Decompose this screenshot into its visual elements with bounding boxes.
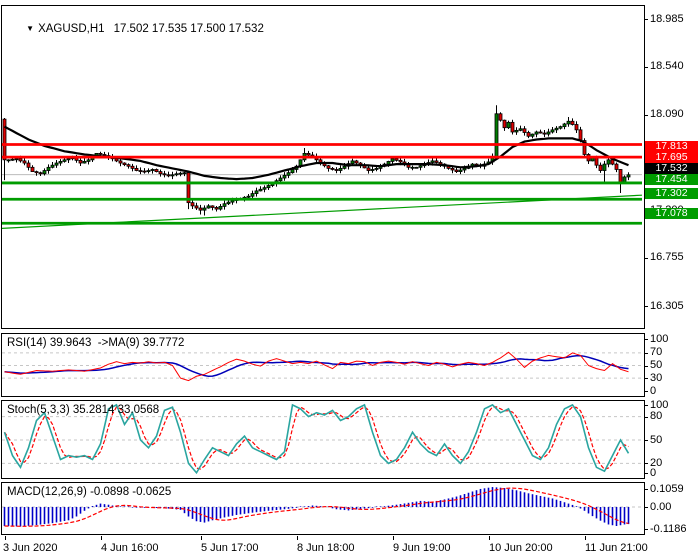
stochastic-panel: Stoch(5,3,3) 35.2814 33.0568 [1, 400, 645, 479]
price-level-badge: 17.078 [645, 207, 698, 219]
symbol-dropdown-icon[interactable]: ▼ [26, 24, 34, 33]
rsi-tick-label: 100 [650, 332, 669, 345]
price-level-badge: 17.454 [645, 173, 698, 185]
rsi-title: RSI(14) 39.9643 ->MA(9) 39.7772 [7, 337, 185, 349]
price-tick-label: 18.985 [650, 12, 684, 25]
time-axis-label: 3 Jun 2020 [3, 542, 58, 554]
price-tick-label: 16.755 [650, 251, 684, 264]
macd-panel: MACD(12,26,9) -0.0898 -0.0625 [1, 482, 645, 535]
stoch-tick-label: 80 [650, 410, 663, 423]
time-axis-tick [489, 536, 490, 540]
rsi-tick-label: 0 [650, 384, 657, 397]
stoch-tick-label: 0 [650, 466, 657, 479]
macd-title: MACD(12,26,9) -0.0898 -0.0625 [7, 486, 172, 498]
stoch-tick-label: 100 [650, 398, 669, 411]
price-level-badge: 17.695 [645, 151, 698, 163]
terminal-window: ▼ XAGUSD,H1 17.502 17.535 17.500 17.532 RS… [0, 0, 700, 560]
time-axis-label: 5 Jun 17:00 [201, 542, 259, 554]
rsi-tick-label: 70 [650, 346, 663, 359]
main-chart-canvas[interactable] [2, 6, 642, 326]
macd-tick-label: 0.00 [650, 500, 672, 513]
time-axis-label: 9 Jun 19:00 [393, 542, 451, 554]
rsi-panel: RSI(14) 39.9643 ->MA(9) 39.7772 [1, 333, 645, 397]
chart-title: ▼ XAGUSD,H1 17.502 17.535 17.500 17.532 [7, 11, 264, 47]
time-axis-tick [393, 536, 394, 540]
macd-tick-label: 0.1059 [650, 482, 684, 495]
stoch-tick-label: 20 [650, 456, 663, 469]
time-axis-tick [297, 536, 298, 540]
price-tick-label: 17.645 [650, 156, 684, 168]
price-level-badge: 17.302 [645, 187, 698, 199]
time-axis-tick [201, 536, 202, 540]
time-axis-label: 11 Jun 21:00 [585, 542, 648, 554]
price-tick-label: 16.305 [650, 299, 684, 312]
price-level-badge: 17.813 [645, 140, 698, 152]
price-tick-label: 18.090 [650, 108, 684, 121]
main-chart-panel: ▼ XAGUSD,H1 17.502 17.535 17.500 17.532 [1, 5, 645, 329]
time-axis-tick [585, 536, 586, 540]
price-tick-label: 18.540 [650, 60, 684, 73]
time-axis-label: 8 Jun 18:00 [297, 542, 355, 554]
time-axis-tick [101, 536, 102, 540]
macd-tick-label: -0.1186 [650, 522, 687, 535]
stochastic-title: Stoch(5,3,3) 35.2814 33.0568 [7, 404, 160, 416]
time-axis-label: 4 Jun 16:00 [101, 542, 159, 554]
stoch-tick-label: 50 [650, 433, 663, 446]
chart-ohlc-values: 17.502 17.535 17.500 17.532 [113, 23, 264, 35]
chart-symbol: XAGUSD,H1 [38, 23, 105, 35]
rsi-tick-label: 50 [650, 359, 663, 371]
price-level-badge: 17.532 [645, 162, 698, 174]
time-axis-label: 10 Jun 20:00 [489, 542, 553, 554]
time-axis-tick [5, 536, 6, 540]
rsi-tick-label: 30 [650, 371, 663, 384]
price-tick-label: 17.200 [650, 203, 684, 216]
